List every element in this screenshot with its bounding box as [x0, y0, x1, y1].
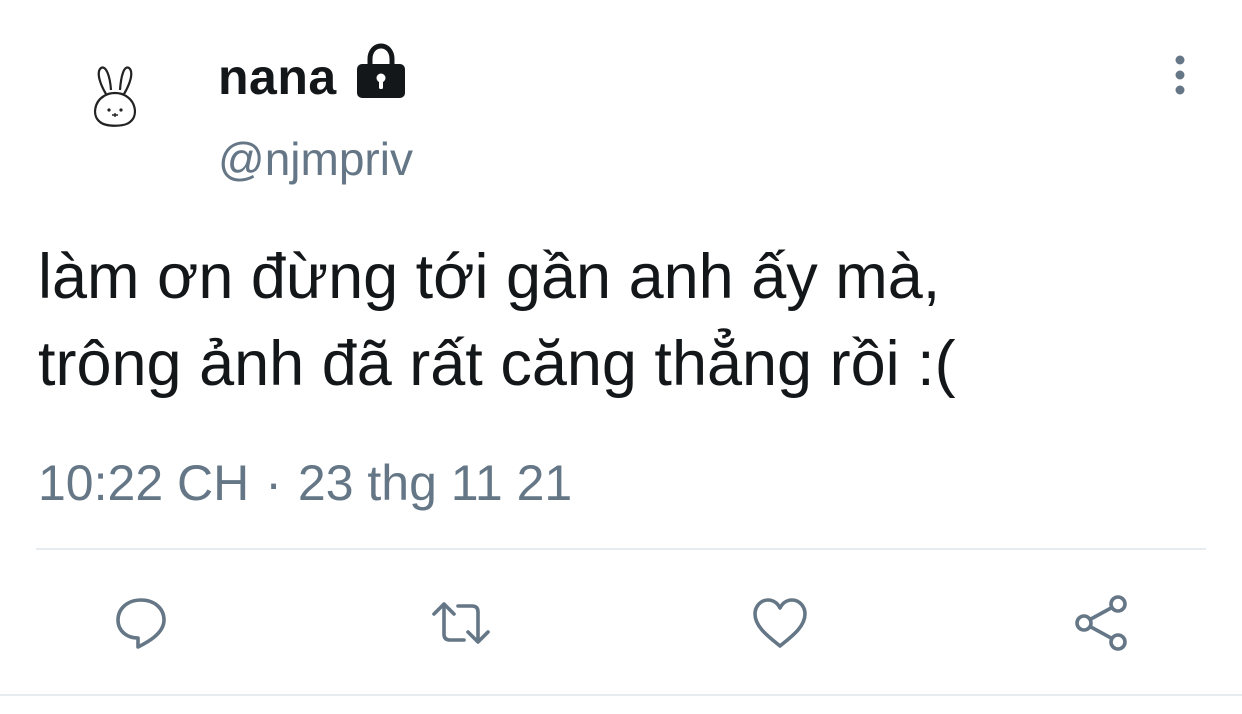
tweet-date: 23 thg 11 21 — [297, 455, 573, 511]
tweet-text: làm ơn đừng tới gần anh ấy mà, trông ảnh… — [38, 242, 956, 399]
heart-icon — [753, 598, 807, 648]
display-name[interactable]: nana — [218, 52, 337, 102]
more-options-button[interactable] — [1160, 54, 1200, 98]
reply-icon — [116, 598, 166, 649]
reply-button[interactable] — [106, 588, 176, 658]
like-button[interactable] — [745, 588, 815, 658]
tweet-time: 10:22 CH — [38, 455, 250, 511]
retweet-icon — [432, 602, 490, 644]
share-icon — [1075, 595, 1127, 651]
tweet-timestamp[interactable]: 10:22 CH · 23 thg 11 21 — [38, 458, 572, 508]
share-button[interactable] — [1066, 588, 1136, 658]
divider — [36, 548, 1206, 550]
retweet-button[interactable] — [426, 588, 496, 658]
lock-icon — [356, 43, 405, 98]
meta-separator: · — [265, 455, 282, 511]
author-handle[interactable]: @njmpriv — [218, 136, 413, 182]
avatar[interactable] — [82, 56, 148, 136]
divider — [0, 694, 1242, 696]
author-name-row[interactable]: nana — [218, 43, 409, 110]
bunny-avatar-icon — [94, 66, 136, 127]
more-vertical-icon — [1175, 55, 1185, 95]
